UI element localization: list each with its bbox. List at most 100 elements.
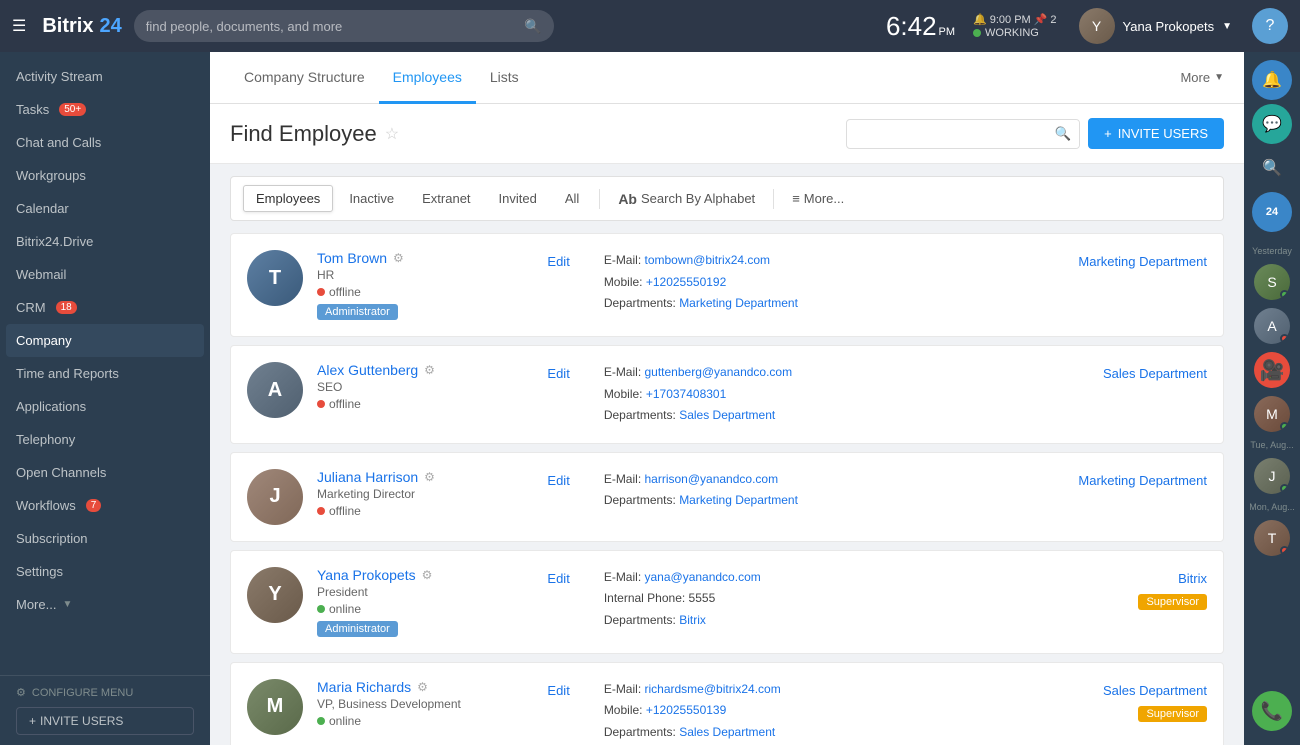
sidebar-item-activity[interactable]: Activity Stream	[0, 60, 210, 93]
alphabet-search-button[interactable]: Ab Search By Alphabet	[608, 186, 765, 212]
sidebar-item-applications[interactable]: Applications	[0, 390, 210, 423]
department-link[interactable]: Sales Department	[1011, 683, 1207, 698]
employee-name[interactable]: Alex Guttenberg ⚙	[317, 362, 513, 378]
dept-link[interactable]: Sales Department	[679, 725, 775, 739]
search-input[interactable]	[146, 19, 525, 34]
settings-icon[interactable]: ⚙	[393, 251, 404, 265]
dept-row: Departments: Sales Department	[604, 405, 997, 427]
invite-users-button[interactable]: + INVITE USERS	[1088, 118, 1224, 149]
filter-all[interactable]: All	[553, 186, 591, 211]
menu-icon[interactable]: ☰	[12, 16, 26, 36]
sidebar-item-crm[interactable]: CRM 18	[0, 291, 210, 324]
mobile-link[interactable]: +12025550139	[646, 703, 726, 717]
tab-company-structure[interactable]: Company Structure	[230, 53, 379, 104]
admin-badge: Administrator	[317, 304, 398, 320]
email-link[interactable]: tombown@bitrix24.com	[644, 253, 770, 267]
online-indicator	[1280, 484, 1289, 493]
contact-avatar[interactable]: S	[1254, 264, 1290, 300]
favorite-star-icon[interactable]: ☆	[385, 124, 399, 144]
dept-link[interactable]: Sales Department	[679, 408, 775, 422]
dept-link[interactable]: Bitrix	[679, 613, 706, 627]
status-dot	[317, 605, 325, 613]
employee-role: Marketing Director	[317, 487, 513, 501]
employee-name[interactable]: Yana Prokopets ⚙	[317, 567, 513, 583]
sidebar-item-time-reports[interactable]: Time and Reports	[0, 357, 210, 390]
settings-icon[interactable]: ⚙	[422, 568, 433, 582]
department-link[interactable]: Bitrix	[1011, 571, 1207, 586]
mobile-link[interactable]: +12025550192	[646, 275, 726, 289]
employee-role: President	[317, 585, 513, 599]
edit-button[interactable]: Edit	[547, 567, 569, 586]
tab-employees[interactable]: Employees	[379, 53, 476, 104]
sidebar-item-settings[interactable]: Settings	[0, 555, 210, 588]
employee-search-button[interactable]: 🔍	[1047, 120, 1080, 148]
edit-button[interactable]: Edit	[547, 362, 569, 381]
invite-btn-label: INVITE USERS	[1118, 126, 1208, 141]
sidebar-item-label: Subscription	[16, 531, 88, 546]
sidebar-item-company[interactable]: Company	[6, 324, 204, 357]
email-link[interactable]: harrison@yanandco.com	[644, 472, 778, 486]
sidebar-item-chat[interactable]: Chat and Calls	[0, 126, 210, 159]
sidebar-item-drive[interactable]: Bitrix24.Drive	[0, 225, 210, 258]
tabs-more[interactable]: More ▼	[1180, 70, 1224, 85]
work-status[interactable]: WORKING	[973, 27, 1057, 39]
alphabet-icon: Ab	[618, 191, 637, 207]
help-button[interactable]: ?	[1252, 8, 1288, 44]
filter-inactive[interactable]: Inactive	[337, 186, 406, 211]
filter-employees[interactable]: Employees	[243, 185, 333, 212]
settings-icon[interactable]: ⚙	[424, 363, 435, 377]
sidebar-item-webmail[interactable]: Webmail	[0, 258, 210, 291]
clock-ampm: PM	[939, 26, 956, 38]
global-search[interactable]: 🔍	[134, 10, 554, 42]
dept-link[interactable]: Marketing Department	[679, 493, 798, 507]
employee-name[interactable]: Maria Richards ⚙	[317, 679, 513, 695]
edit-button[interactable]: Edit	[547, 679, 569, 698]
call-button[interactable]: 📞	[1252, 691, 1292, 731]
email-link[interactable]: richardsme@bitrix24.com	[644, 682, 780, 696]
contact-avatar[interactable]: 🎥	[1254, 352, 1290, 388]
notification-button[interactable]: 🔔	[1252, 60, 1292, 100]
chat-button[interactable]: 💬	[1252, 104, 1292, 144]
contact-avatar[interactable]: J	[1254, 458, 1290, 494]
dept-link[interactable]: Marketing Department	[679, 296, 798, 310]
email-row: E-Mail: harrison@yanandco.com	[604, 469, 997, 491]
tab-lists[interactable]: Lists	[476, 53, 533, 104]
edit-button[interactable]: Edit	[547, 250, 569, 269]
sidebar-item-workgroups[interactable]: Workgroups	[0, 159, 210, 192]
more-filters-button[interactable]: ≡ More...	[782, 186, 854, 211]
employee-name[interactable]: Tom Brown ⚙	[317, 250, 513, 266]
email-link[interactable]: yana@yanandco.com	[644, 570, 760, 584]
sidebar-item-label: Activity Stream	[16, 69, 103, 84]
filter-invited[interactable]: Invited	[487, 186, 549, 211]
user-menu[interactable]: Y Yana Prokopets ▼	[1079, 8, 1232, 44]
sidebar-item-open-channels[interactable]: Open Channels	[0, 456, 210, 489]
supervisor-badge: Supervisor	[1138, 594, 1207, 610]
contact-avatar[interactable]: M	[1254, 396, 1290, 432]
settings-icon[interactable]: ⚙	[424, 470, 435, 484]
department-link[interactable]: Marketing Department	[1011, 469, 1207, 488]
sidebar-item-more[interactable]: More... ▼	[0, 588, 210, 621]
settings-icon[interactable]: ⚙	[417, 680, 428, 694]
search-button[interactable]: 🔍	[1252, 148, 1292, 188]
email-link[interactable]: guttenberg@yanandco.com	[644, 365, 792, 379]
sidebar-item-calendar[interactable]: Calendar	[0, 192, 210, 225]
dept-row: Departments: Marketing Department	[604, 490, 997, 512]
sidebar-item-workflows[interactable]: Workflows 7	[0, 489, 210, 522]
edit-button[interactable]: Edit	[547, 469, 569, 488]
employee-contact: E-Mail: harrison@yanandco.com Department…	[604, 469, 997, 512]
employee-search-input[interactable]	[847, 120, 1047, 147]
department-link[interactable]: Marketing Department	[1011, 250, 1207, 269]
filter-extranet[interactable]: Extranet	[410, 186, 482, 211]
sidebar-item-telephony[interactable]: Telephony	[0, 423, 210, 456]
table-row: J Juliana Harrison ⚙ Marketing Director …	[230, 452, 1224, 542]
b24-button[interactable]: 24	[1252, 192, 1292, 232]
invite-users-button[interactable]: + INVITE USERS	[16, 707, 194, 735]
mobile-link[interactable]: +17037408301	[646, 387, 726, 401]
configure-menu[interactable]: ⚙ CONFIGURE MENU	[16, 686, 194, 699]
contact-avatar[interactable]: T	[1254, 520, 1290, 556]
department-link[interactable]: Sales Department	[1011, 362, 1207, 381]
sidebar-item-subscription[interactable]: Subscription	[0, 522, 210, 555]
employee-name[interactable]: Juliana Harrison ⚙	[317, 469, 513, 485]
contact-avatar[interactable]: A	[1254, 308, 1290, 344]
sidebar-item-tasks[interactable]: Tasks 50+	[0, 93, 210, 126]
